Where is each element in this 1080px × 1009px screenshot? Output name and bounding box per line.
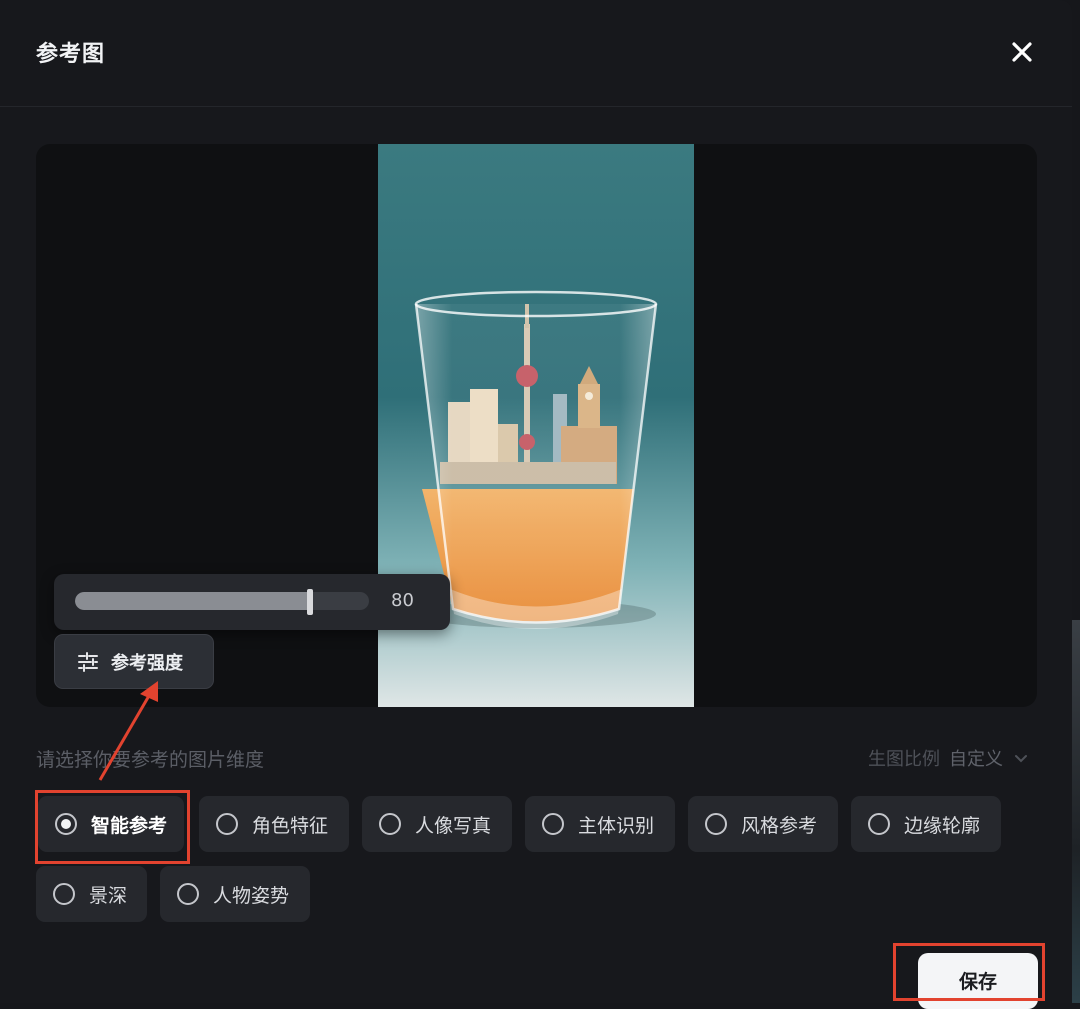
option-label: 风格参考 [741, 814, 818, 837]
reference-image-dialog: 参考图 80 参考强度 请选择你要参考的图片维度 生图比例 自定义 智能参考 角… [0, 0, 1072, 1009]
backdrop-strip [1072, 620, 1080, 1003]
radio-icon [705, 813, 727, 835]
save-button[interactable]: 保存 [918, 953, 1038, 1009]
option-depth-of-field[interactable]: 景深 [36, 866, 147, 922]
ratio-value: 自定义 [949, 749, 1003, 770]
option-subject-recognition[interactable]: 主体识别 [525, 796, 675, 852]
option-label: 人物姿势 [213, 884, 290, 907]
ratio-selector[interactable]: 生图比例 自定义 [868, 745, 1030, 771]
option-portrait[interactable]: 人像写真 [362, 796, 512, 852]
strength-slider-track[interactable] [75, 592, 369, 610]
radio-icon [868, 813, 890, 835]
strength-slider-thumb[interactable] [307, 589, 313, 615]
reference-strength-label: 参考强度 [111, 652, 183, 674]
radio-icon [216, 813, 238, 835]
strength-value: 80 [391, 590, 414, 611]
option-label: 智能参考 [91, 814, 168, 837]
option-label: 角色特征 [252, 814, 329, 837]
option-label: 景深 [89, 884, 128, 907]
option-edge-contour[interactable]: 边缘轮廓 [851, 796, 1001, 852]
dialog-title: 参考图 [36, 42, 106, 67]
strength-slider-fill [75, 592, 310, 610]
reference-strength-button[interactable]: 参考强度 [54, 634, 214, 689]
radio-icon [55, 813, 77, 835]
dimension-prompt: 请选择你要参考的图片维度 [36, 749, 265, 771]
radio-icon [379, 813, 401, 835]
radio-icon [542, 813, 564, 835]
sliders-icon [78, 651, 98, 672]
option-character-features[interactable]: 角色特征 [199, 796, 349, 852]
close-icon[interactable] [1004, 34, 1040, 70]
radio-icon [177, 883, 199, 905]
ratio-label: 生图比例 [868, 749, 940, 770]
option-label: 主体识别 [578, 814, 655, 837]
option-pose[interactable]: 人物姿势 [160, 866, 310, 922]
chevron-down-icon [1015, 755, 1027, 763]
option-smart-reference[interactable]: 智能参考 [38, 796, 184, 852]
dialog-header: 参考图 [0, 0, 1072, 107]
option-label: 边缘轮廓 [904, 814, 981, 837]
strength-slider-panel: 80 [54, 574, 450, 630]
radio-icon [53, 883, 75, 905]
option-label: 人像写真 [415, 814, 492, 837]
option-style-reference[interactable]: 风格参考 [688, 796, 838, 852]
